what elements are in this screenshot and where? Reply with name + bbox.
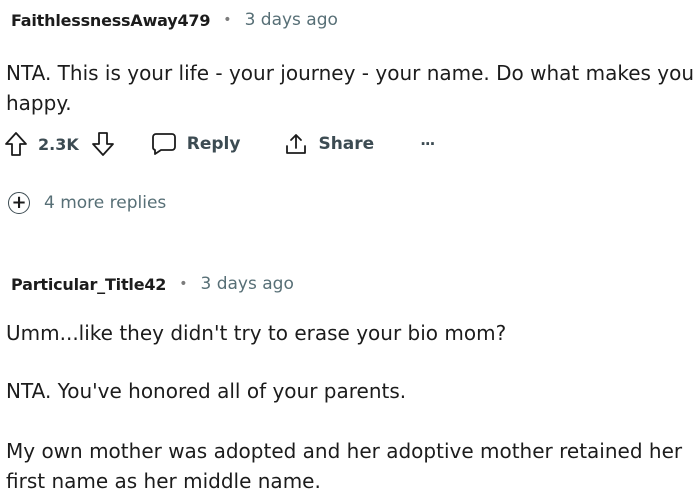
comment: Particular_Title42 • 3 days ago Umm...li… [0, 0, 700, 501]
meta-separator: • [179, 276, 188, 292]
comment-paragraph: NTA. You've honored all of your parents. [6, 379, 407, 403]
comment-paragraph: My own mother was adopted and her adopti… [6, 439, 683, 493]
comment-meta: Particular_Title42 • 3 days ago [11, 274, 294, 294]
comment-timestamp: 3 days ago [200, 274, 294, 294]
comment-author[interactable]: Particular_Title42 [11, 275, 166, 294]
comment-paragraph: Umm...like they didn't try to erase your… [6, 321, 507, 345]
